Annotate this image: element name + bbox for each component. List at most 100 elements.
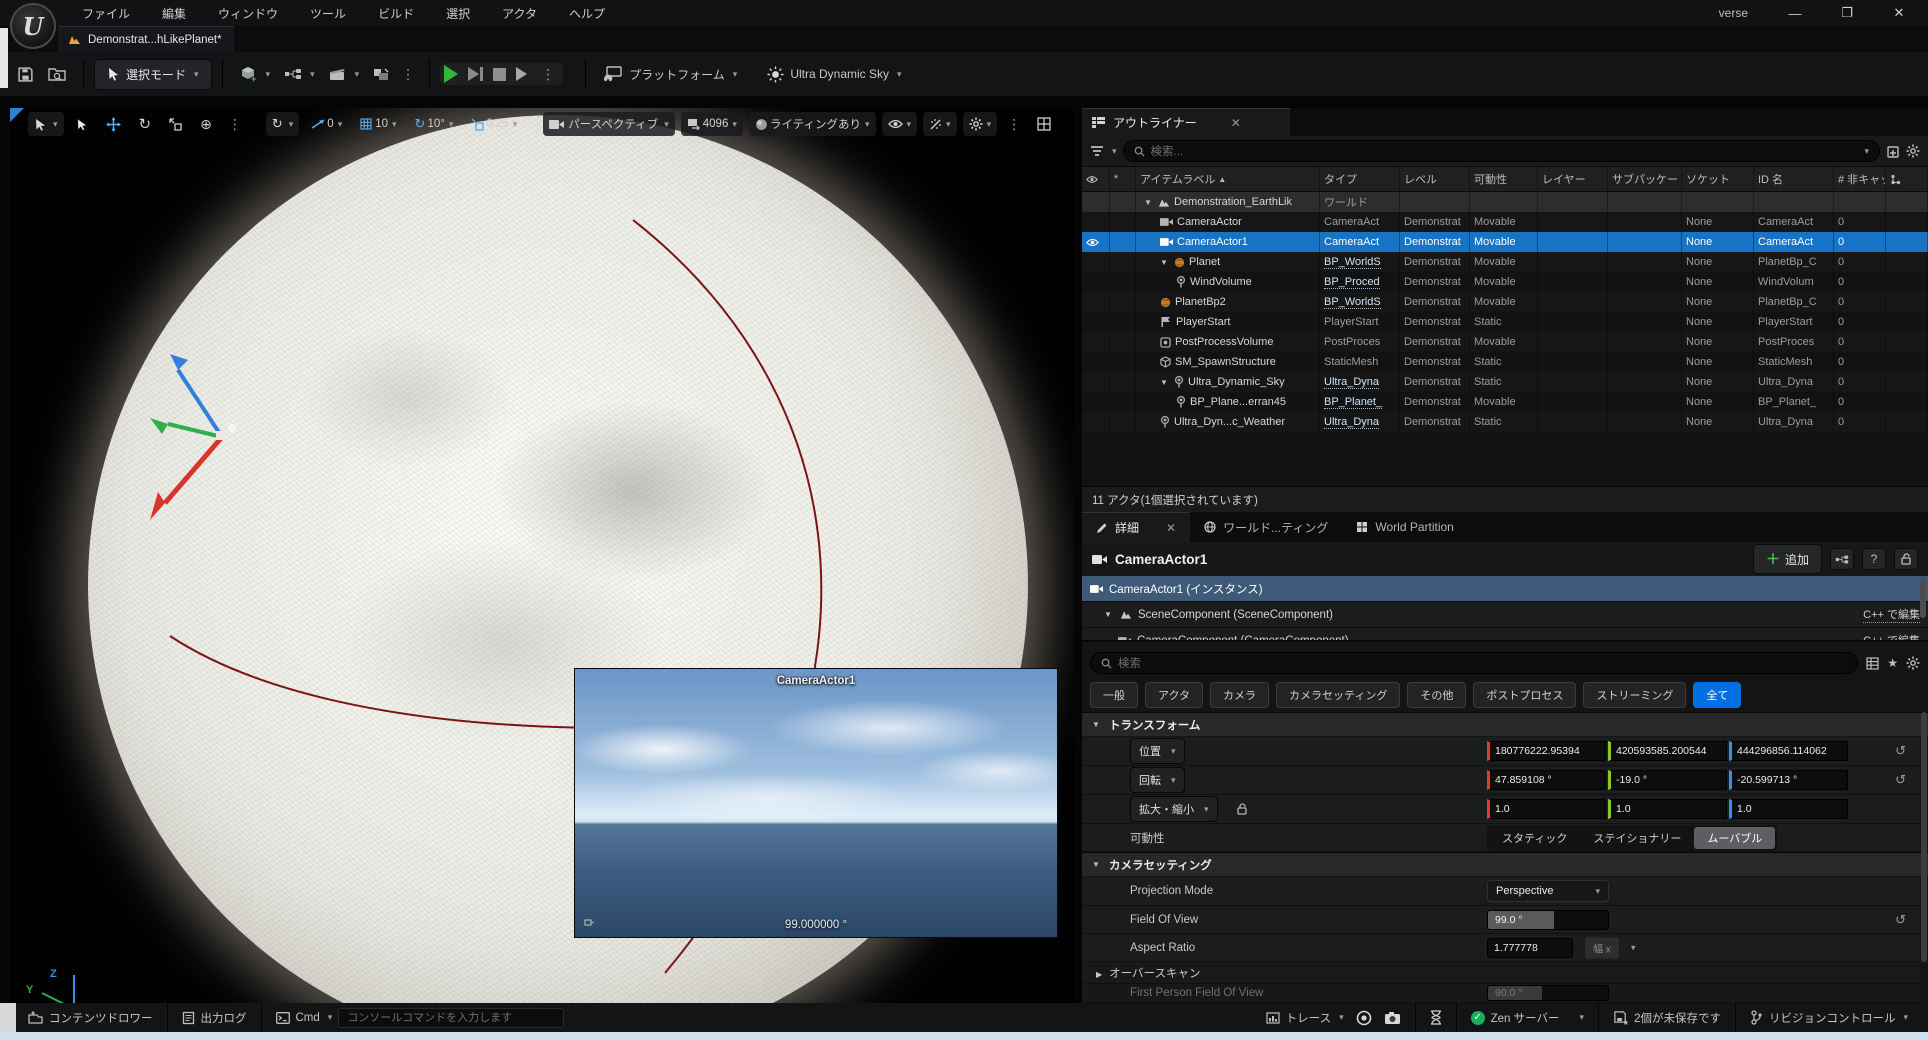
trace-dropdown[interactable]: トレース▾ <box>1260 1010 1350 1026</box>
row-type-cell[interactable]: BP_WorldS <box>1320 252 1400 272</box>
eject-button[interactable] <box>516 67 527 81</box>
row-pin-cell[interactable] <box>1110 232 1136 252</box>
row-visibility-cell[interactable] <box>1082 412 1110 432</box>
frame-skip-button[interactable] <box>468 67 483 81</box>
platforms-dropdown[interactable]: プラットフォーム ▾ <box>596 61 744 88</box>
restore-button[interactable]: ❐ <box>1838 5 1856 21</box>
favorites-icon[interactable]: ★ <box>1887 656 1898 670</box>
details-panel-tab-0[interactable]: 詳細✕ <box>1082 512 1190 542</box>
lock-button[interactable] <box>1894 548 1918 570</box>
projection-mode-combo[interactable]: Perspective▾ <box>1487 880 1609 902</box>
menu-item-6[interactable]: アクタ <box>488 1 551 26</box>
revision-control-dropdown[interactable]: リビジョンコントロール▾ <box>1744 1010 1914 1026</box>
filter-chip-6[interactable]: ストリーミング <box>1583 682 1686 708</box>
viewport-overflow-menu[interactable]: ⋮ <box>1003 116 1025 133</box>
world-local-toggle-icon[interactable]: ⊕ <box>194 112 218 136</box>
filter-chip-4[interactable]: その他 <box>1407 682 1466 708</box>
add-actor-button[interactable]: + ▾ <box>233 61 278 88</box>
row-pin-cell[interactable] <box>1110 352 1136 372</box>
component-row-0[interactable]: CameraActor1 (インスタンス) <box>1082 576 1928 602</box>
row-pin-cell[interactable] <box>1110 372 1136 392</box>
column-id-name[interactable]: ID 名 <box>1754 167 1834 191</box>
level-tab[interactable]: Demonstrat...hLikePlanet* <box>58 26 234 52</box>
row-label-cell[interactable]: CameraActor1 <box>1136 232 1320 252</box>
row-visibility-cell[interactable] <box>1082 312 1110 332</box>
cpp-edit-link[interactable]: C++ で編集 <box>1863 632 1920 642</box>
row-pin-cell[interactable] <box>1110 272 1136 292</box>
outliner-row-CameraActor[interactable]: CameraActorCameraActDemonstratMovableNon… <box>1082 212 1928 232</box>
row-type-cell[interactable]: BP_Proced <box>1320 272 1400 292</box>
menu-item-2[interactable]: ウィンドウ <box>204 1 292 26</box>
details-panel-tab-1[interactable]: ワールド...ティング <box>1190 512 1342 542</box>
play-button[interactable] <box>444 65 458 83</box>
row-label-cell[interactable]: BP_Plane...erran45 <box>1136 392 1320 412</box>
column-subpackage[interactable]: サブパッケー <box>1608 167 1682 191</box>
row-pin-cell[interactable] <box>1110 252 1136 272</box>
row-visibility-cell[interactable] <box>1082 232 1110 252</box>
filter-chip-3[interactable]: カメラセッティング <box>1276 682 1400 708</box>
console-command-input[interactable]: コンソールコマンドを入力します <box>338 1008 564 1028</box>
details-panel-tab-2[interactable]: World Partition <box>1342 512 1467 542</box>
content-drawer-button[interactable]: コンテンツドロワー <box>22 1010 159 1026</box>
zen-server-dropdown[interactable]: ✓ Zen サーバー▾ <box>1465 1010 1590 1026</box>
row-pin-cell[interactable] <box>1110 192 1136 212</box>
task-status-icon[interactable] <box>1424 1010 1448 1025</box>
snap-rotate-dropdown[interactable]: ↻▾ <box>266 112 299 136</box>
rotation-x-input[interactable]: 47.859108 ° <box>1487 770 1606 790</box>
outliner-row-WindVolume[interactable]: WindVolumeBP_ProcedDemonstratMovableNone… <box>1082 272 1928 292</box>
aspect-ratio-input[interactable]: 1.777778 <box>1487 938 1573 958</box>
row-label-cell[interactable]: Ultra_Dyn...c_Weather <box>1136 412 1320 432</box>
mobility-option-1[interactable]: ステイショナリー <box>1580 827 1694 849</box>
row-pin-cell[interactable] <box>1110 412 1136 432</box>
row-type-cell[interactable]: BP_Planet_ <box>1320 392 1400 412</box>
component-row-1[interactable]: ▼SceneComponent (SceneComponent)C++ で編集 <box>1082 602 1928 628</box>
viewport-mode-dropdown[interactable]: ▾ <box>28 112 64 136</box>
row-label-cell[interactable]: PlanetBp2 <box>1136 292 1320 312</box>
outliner-tab-close[interactable]: ✕ <box>1231 116 1241 130</box>
select-tool-icon[interactable] <box>70 112 94 136</box>
camera-preview[interactable]: CameraActor1 99.000000 ° <box>574 668 1058 938</box>
unsaved-changes-button[interactable]: ★ 2個が未保存です <box>1607 1010 1727 1026</box>
outliner-row-CameraActor1[interactable]: CameraActor1CameraActDemonstratMovableNo… <box>1082 232 1928 252</box>
toolbar-overflow-menu[interactable]: ⋮ <box>397 66 419 83</box>
grid-snap-dropdown[interactable]: 10▾ <box>354 112 402 136</box>
cinematics-button[interactable]: ▾ <box>322 62 367 87</box>
column-item-label[interactable]: アイテムラベル▲ <box>1136 167 1320 191</box>
details-search-input[interactable]: 検索 <box>1090 652 1858 674</box>
column-mobility[interactable]: 可動性 <box>1470 167 1538 191</box>
move-tool-icon[interactable] <box>100 112 127 136</box>
minimize-button[interactable]: — <box>1786 6 1804 21</box>
row-label-cell[interactable]: PlayerStart <box>1136 312 1320 332</box>
unreal-logo-icon[interactable]: U <box>10 3 56 49</box>
camera-settings-section-header[interactable]: ▼カメラセッティング <box>1082 852 1928 876</box>
insights-record-icon[interactable] <box>1350 1010 1378 1026</box>
row-type-cell[interactable]: Ultra_Dyna <box>1320 412 1400 432</box>
outliner-row-Ultra_Dynamic_Sky[interactable]: ▼Ultra_Dynamic_SkyUltra_DynaDemonstratSt… <box>1082 372 1928 392</box>
row-label-cell[interactable]: SM_SpawnStructure <box>1136 352 1320 372</box>
row-pin-cell[interactable] <box>1110 212 1136 232</box>
editor-utility-button[interactable] <box>366 62 397 87</box>
outliner-row-Planet[interactable]: ▼PlanetBP_WorldSDemonstratMovableNonePla… <box>1082 252 1928 272</box>
details-scrollbar[interactable] <box>1921 712 1927 962</box>
blueprints-button[interactable]: ▾ <box>277 62 322 86</box>
rotate-tool-icon[interactable]: ↻ <box>133 112 158 136</box>
filter-chip-5[interactable]: ポストプロセス <box>1473 682 1576 708</box>
outliner-row-BP_Plane...erran45[interactable]: BP_Plane...erran45BP_Planet_DemonstratMo… <box>1082 392 1928 412</box>
select-mode-dropdown[interactable]: 選択モード ▾ <box>94 59 212 90</box>
show-flags-dropdown[interactable]: ▾ <box>882 112 918 136</box>
column-level[interactable]: レベル <box>1400 167 1470 191</box>
preview-effects-dropdown[interactable]: ▾ <box>923 112 957 136</box>
filter-chip-7[interactable]: 全て <box>1693 682 1741 708</box>
cpp-edit-link[interactable]: C++ で編集 <box>1863 606 1920 623</box>
mobility-option-0[interactable]: スタティック <box>1489 827 1580 849</box>
outliner-row-SM_SpawnStructure[interactable]: SM_SpawnStructureStaticMeshDemonstratSta… <box>1082 352 1928 372</box>
row-label-cell[interactable]: ▼Ultra_Dynamic_Sky <box>1136 372 1320 392</box>
outliner-search-input[interactable]: 検索... ▾ <box>1123 140 1880 162</box>
menu-item-5[interactable]: 選択 <box>432 1 484 26</box>
row-label-cell[interactable]: PostProcessVolume <box>1136 332 1320 352</box>
component-row-2[interactable]: CameraComponent (CameraComponent)C++ で編集 <box>1082 628 1928 642</box>
outliner-row-PlanetBp2[interactable]: PlanetBp2BP_WorldSDemonstratMovableNoneP… <box>1082 292 1928 312</box>
scale-y-input[interactable]: 1.0 <box>1608 799 1727 819</box>
outliner-row-Demonstration_EarthLik[interactable]: ▼Demonstration_EarthLikワールド <box>1082 192 1928 212</box>
cmd-dropdown[interactable]: Cmd▾ <box>270 1012 339 1024</box>
